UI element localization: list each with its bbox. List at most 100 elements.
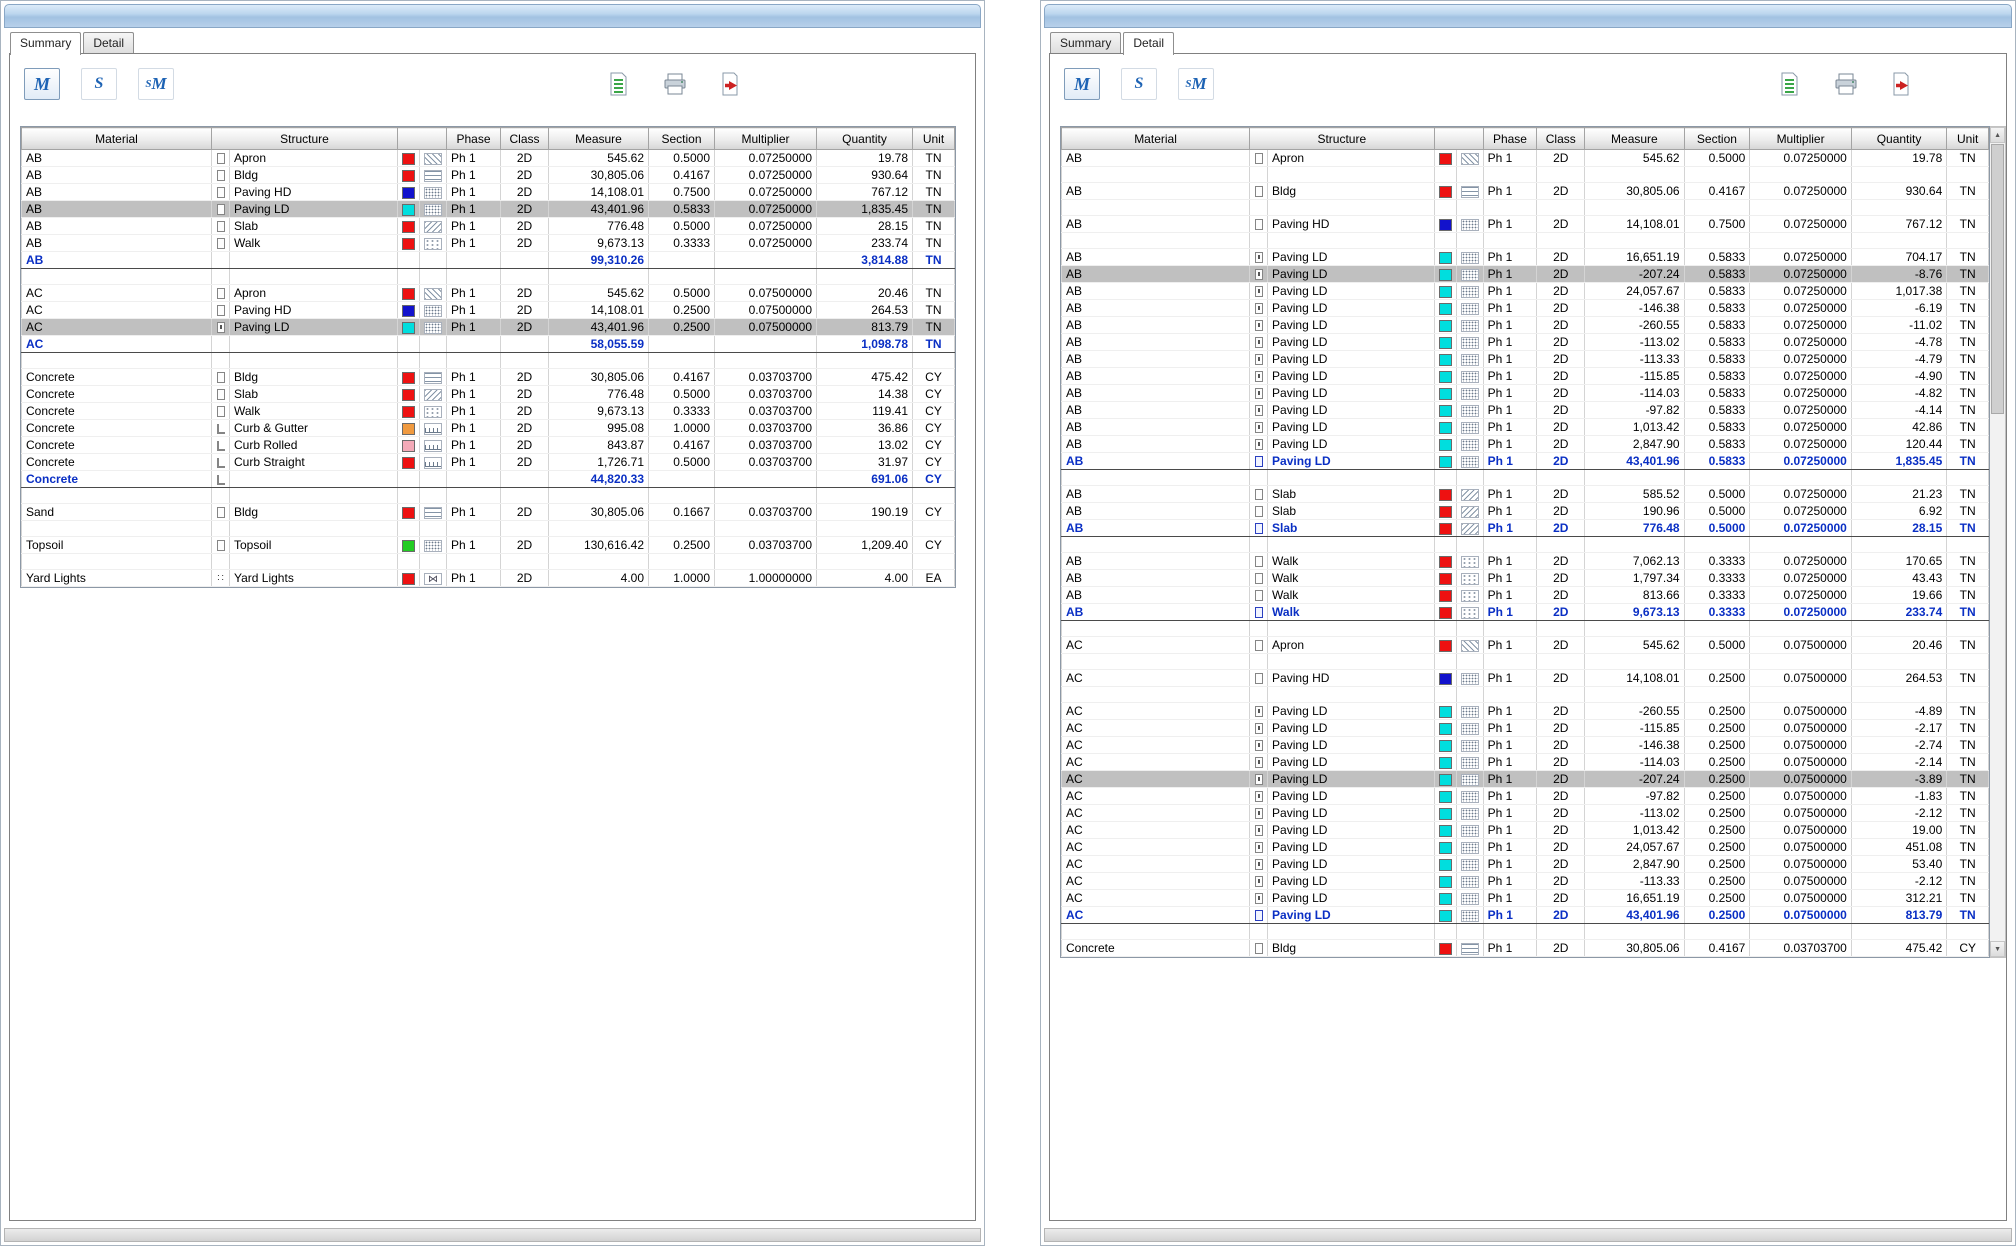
vertical-scrollbar[interactable]: ▲▼ bbox=[1990, 126, 2006, 958]
table-row[interactable]: ACPaving LDPh 12D43,401.960.25000.075000… bbox=[22, 319, 955, 336]
column-header[interactable]: Multiplier bbox=[715, 128, 817, 150]
column-header[interactable]: Quantity bbox=[817, 128, 913, 150]
table-row[interactable]: ConcreteCurb & GutterPh 12D995.081.00000… bbox=[22, 420, 955, 437]
column-header[interactable]: Unit bbox=[913, 128, 955, 150]
window-titlebar[interactable] bbox=[1044, 4, 2012, 28]
print-button[interactable] bbox=[1831, 70, 1861, 100]
table-row[interactable]: ACPaving LDPh 12D-115.850.25000.07500000… bbox=[1062, 720, 1989, 737]
column-header[interactable]: Multiplier bbox=[1750, 128, 1852, 150]
table-row[interactable]: ABSlabPh 12D585.520.50000.0725000021.23T… bbox=[1062, 486, 1989, 503]
print-button[interactable] bbox=[660, 70, 690, 100]
column-header[interactable]: Material bbox=[22, 128, 212, 150]
table-row[interactable]: AB99,310.263,814.88TN bbox=[22, 252, 955, 269]
table-row[interactable]: ACPaving LDPh 12D2,847.900.25000.0750000… bbox=[1062, 856, 1989, 873]
report-export-button[interactable] bbox=[717, 70, 747, 100]
table-row[interactable]: ACPaving LDPh 12D-113.020.25000.07500000… bbox=[1062, 805, 1989, 822]
table-row[interactable]: ABPaving LDPh 12D-114.030.58330.07250000… bbox=[1062, 385, 1989, 402]
table-row[interactable]: ABWalkPh 12D813.660.33330.0725000019.66T… bbox=[1062, 587, 1989, 604]
excel-export-button[interactable] bbox=[1774, 70, 1804, 100]
table-row[interactable]: ABPaving HDPh 12D14,108.010.75000.072500… bbox=[22, 184, 955, 201]
column-header[interactable]: Class bbox=[1537, 128, 1585, 150]
column-header[interactable]: Measure bbox=[1585, 128, 1684, 150]
table-row[interactable]: ACPaving LDPh 12D-146.380.25000.07500000… bbox=[1062, 737, 1989, 754]
table-row[interactable]: ACPaving LDPh 12D-97.820.25000.07500000-… bbox=[1062, 788, 1989, 805]
column-header[interactable]: Section bbox=[649, 128, 715, 150]
window-titlebar[interactable] bbox=[4, 4, 981, 28]
structure-material-mode-button[interactable]: SM bbox=[1178, 68, 1214, 100]
table-row[interactable]: AC58,055.591,098.78TN bbox=[22, 336, 955, 353]
table-row[interactable]: SandBldgPh 12D30,805.060.16670.037037001… bbox=[22, 504, 955, 521]
column-header[interactable]: Material bbox=[1062, 128, 1250, 150]
scroll-up-icon[interactable]: ▲ bbox=[1990, 127, 2005, 143]
column-header[interactable]: Class bbox=[501, 128, 549, 150]
table-row[interactable]: ConcreteSlabPh 12D776.480.50000.03703700… bbox=[22, 386, 955, 403]
table-row[interactable]: ACPaving LDPh 12D1,013.420.25000.0750000… bbox=[1062, 822, 1989, 839]
table-row[interactable]: ABPaving LDPh 12D43,401.960.58330.072500… bbox=[1062, 453, 1989, 470]
structure-mode-button[interactable]: S bbox=[1121, 68, 1157, 100]
table-row[interactable]: ABPaving LDPh 12D24,057.670.58330.072500… bbox=[1062, 283, 1989, 300]
tab-detail[interactable]: Detail bbox=[83, 32, 134, 53]
table-row[interactable]: ConcreteWalkPh 12D9,673.130.33330.037037… bbox=[22, 403, 955, 420]
scrollbar-thumb[interactable] bbox=[1991, 144, 2004, 414]
table-row[interactable]: ACPaving LDPh 12D-113.330.25000.07500000… bbox=[1062, 873, 1989, 890]
table-row[interactable]: ABApronPh 12D545.620.50000.0725000019.78… bbox=[1062, 150, 1989, 167]
table-row[interactable]: ACPaving LDPh 12D43,401.960.25000.075000… bbox=[1062, 907, 1989, 924]
table-row[interactable]: ABPaving LDPh 12D-260.550.58330.07250000… bbox=[1062, 317, 1989, 334]
table-row[interactable]: ABSlabPh 12D190.960.50000.072500006.92TN bbox=[1062, 503, 1989, 520]
table-row[interactable]: ACPaving LDPh 12D-260.550.25000.07500000… bbox=[1062, 703, 1989, 720]
table-row[interactable]: ACApronPh 12D545.620.50000.0750000020.46… bbox=[1062, 637, 1989, 654]
table-row[interactable]: ACApronPh 12D545.620.50000.0750000020.46… bbox=[22, 285, 955, 302]
column-header[interactable]: Structure bbox=[1250, 128, 1435, 150]
table-row[interactable]: ConcreteBldgPh 12D30,805.060.41670.03703… bbox=[22, 369, 955, 386]
table-row[interactable]: ABPaving LDPh 12D-146.380.58330.07250000… bbox=[1062, 300, 1989, 317]
table-row[interactable]: ACPaving LDPh 12D-207.240.25000.07500000… bbox=[1062, 771, 1989, 788]
scroll-down-icon[interactable]: ▼ bbox=[1990, 941, 2005, 957]
column-header[interactable]: Structure bbox=[212, 128, 398, 150]
table-row[interactable]: ACPaving LDPh 12D16,651.190.25000.075000… bbox=[1062, 890, 1989, 907]
tab-summary[interactable]: Summary bbox=[10, 32, 81, 55]
structure-material-mode-button[interactable]: SM bbox=[138, 68, 174, 100]
column-header[interactable]: Phase bbox=[1483, 128, 1537, 150]
tab-summary[interactable]: Summary bbox=[1050, 32, 1121, 53]
column-header[interactable]: Measure bbox=[549, 128, 649, 150]
table-row[interactable]: ConcreteCurb StraightPh 12D1,726.710.500… bbox=[22, 454, 955, 471]
horizontal-scrollbar[interactable] bbox=[4, 1228, 981, 1242]
table-row[interactable]: ABApronPh 12D545.620.50000.0725000019.78… bbox=[22, 150, 955, 167]
column-header[interactable]: Unit bbox=[1947, 128, 1989, 150]
table-row[interactable]: ABPaving LDPh 12D2,847.900.58330.0725000… bbox=[1062, 436, 1989, 453]
table-row[interactable]: ACPaving HDPh 12D14,108.010.25000.075000… bbox=[1062, 670, 1989, 687]
table-row[interactable]: ACPaving LDPh 12D24,057.670.25000.075000… bbox=[1062, 839, 1989, 856]
table-row[interactable]: ConcreteBldgPh 12D30,805.060.41670.03703… bbox=[1062, 940, 1989, 957]
table-row[interactable]: ABPaving LDPh 12D-97.820.58330.07250000-… bbox=[1062, 402, 1989, 419]
table-row[interactable]: ABSlabPh 12D776.480.50000.0725000028.15T… bbox=[1062, 520, 1989, 537]
column-header[interactable]: Section bbox=[1684, 128, 1750, 150]
table-row[interactable]: ABBldgPh 12D30,805.060.41670.07250000930… bbox=[1062, 183, 1989, 200]
table-row[interactable]: ABPaving LDPh 12D-207.240.58330.07250000… bbox=[1062, 266, 1989, 283]
table-row[interactable]: ABPaving LDPh 12D-113.020.58330.07250000… bbox=[1062, 334, 1989, 351]
measure-mode-button[interactable]: M bbox=[1064, 68, 1100, 100]
table-row[interactable]: Yard Lights∷Yard Lights⋈Ph 12D4.001.0000… bbox=[22, 570, 955, 587]
tab-detail[interactable]: Detail bbox=[1123, 32, 1174, 55]
table-row[interactable]: Concrete44,820.33691.06CY bbox=[22, 471, 955, 488]
table-row[interactable]: ABPaving LDPh 12D16,651.190.58330.072500… bbox=[1062, 249, 1989, 266]
column-header[interactable] bbox=[1434, 128, 1483, 150]
table-row[interactable]: ConcreteCurb RolledPh 12D843.870.41670.0… bbox=[22, 437, 955, 454]
column-header[interactable]: Phase bbox=[447, 128, 501, 150]
measure-mode-button[interactable]: M bbox=[24, 68, 60, 100]
report-export-button[interactable] bbox=[1888, 70, 1918, 100]
table-row[interactable]: ABWalkPh 12D9,673.130.33330.07250000233.… bbox=[1062, 604, 1989, 621]
table-row[interactable]: ABBldgPh 12D30,805.060.41670.07250000930… bbox=[22, 167, 955, 184]
table-row[interactable]: ABPaving LDPh 12D1,013.420.58330.0725000… bbox=[1062, 419, 1989, 436]
table-row[interactable]: ACPaving HDPh 12D14,108.010.25000.075000… bbox=[22, 302, 955, 319]
column-header[interactable] bbox=[398, 128, 447, 150]
table-row[interactable]: ACPaving LDPh 12D-114.030.25000.07500000… bbox=[1062, 754, 1989, 771]
table-row[interactable]: ABWalkPh 12D1,797.340.33330.0725000043.4… bbox=[1062, 570, 1989, 587]
table-row[interactable]: ABSlabPh 12D776.480.50000.0725000028.15T… bbox=[22, 218, 955, 235]
table-row[interactable]: ABPaving LDPh 12D-113.330.58330.07250000… bbox=[1062, 351, 1989, 368]
table-row[interactable]: ABPaving HDPh 12D14,108.010.75000.072500… bbox=[1062, 216, 1989, 233]
table-row[interactable]: ABWalkPh 12D7,062.130.33330.07250000170.… bbox=[1062, 553, 1989, 570]
horizontal-scrollbar[interactable] bbox=[1044, 1228, 2012, 1242]
table-row[interactable]: ABPaving LDPh 12D43,401.960.58330.072500… bbox=[22, 201, 955, 218]
table-row[interactable]: TopsoilTopsoilPh 12D130,616.420.25000.03… bbox=[22, 537, 955, 554]
scrollbar-track[interactable] bbox=[1990, 415, 2005, 941]
